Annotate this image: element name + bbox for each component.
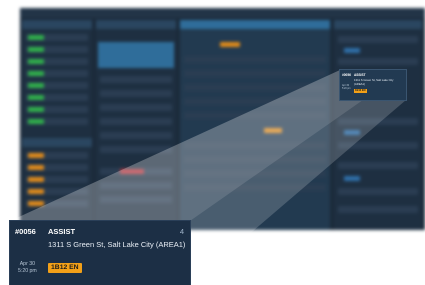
call-row[interactable] bbox=[338, 162, 418, 169]
unit-row[interactable] bbox=[26, 34, 88, 41]
incident-row[interactable] bbox=[100, 196, 172, 203]
units-subheader bbox=[22, 138, 92, 147]
detail-field bbox=[184, 156, 326, 163]
detail-field bbox=[184, 56, 326, 63]
active-calls-panel bbox=[334, 20, 422, 230]
detail-field bbox=[184, 184, 326, 191]
detail-field bbox=[184, 84, 326, 91]
incident-row[interactable] bbox=[100, 90, 172, 97]
call-tag bbox=[344, 130, 360, 135]
mini-incident-id: #0056 bbox=[342, 73, 351, 77]
unit-row[interactable] bbox=[26, 188, 88, 195]
app-top-bar bbox=[20, 8, 425, 18]
call-row[interactable] bbox=[338, 58, 418, 65]
unit-row[interactable] bbox=[26, 82, 88, 89]
incident-detail-header bbox=[180, 20, 330, 29]
call-row[interactable] bbox=[338, 142, 418, 149]
detail-field bbox=[184, 70, 326, 77]
incident-row[interactable] bbox=[100, 76, 172, 83]
selected-incident-row[interactable] bbox=[98, 42, 174, 68]
incident-row[interactable] bbox=[100, 118, 172, 125]
incident-card-mini[interactable]: #0056 ASSIST 1311 S Green St, Salt Lake … bbox=[340, 70, 406, 100]
unit-row[interactable] bbox=[26, 200, 88, 207]
mini-incident-type: ASSIST bbox=[354, 73, 366, 77]
call-row[interactable] bbox=[338, 36, 418, 43]
unit-badge[interactable]: 1B12 EN bbox=[48, 263, 82, 273]
call-row[interactable] bbox=[338, 206, 418, 213]
unit-row[interactable] bbox=[26, 106, 88, 113]
detail-field bbox=[184, 112, 326, 119]
incidents-list-panel bbox=[96, 20, 176, 230]
unit-row[interactable] bbox=[26, 118, 88, 125]
call-row[interactable] bbox=[338, 118, 418, 125]
detail-field bbox=[184, 98, 326, 105]
unit-row[interactable] bbox=[26, 164, 88, 171]
unit-row[interactable] bbox=[26, 94, 88, 101]
dispatch-app-window bbox=[20, 8, 425, 230]
unit-row[interactable] bbox=[26, 46, 88, 53]
incident-date: Apr 30 bbox=[19, 261, 36, 267]
detail-status-badge bbox=[220, 42, 240, 47]
incident-card-zoomed[interactable]: #0056 ASSIST 4 1311 S Green St, Salt Lak… bbox=[10, 221, 190, 285]
incidents-list-header bbox=[96, 20, 176, 29]
incident-type: ASSIST bbox=[48, 227, 76, 236]
incident-time: 5:20 pm bbox=[18, 268, 37, 274]
incident-id: #0056 bbox=[15, 227, 36, 236]
mini-incident-address: 1311 S Green St, Salt Lake City (AREA1) bbox=[354, 78, 394, 86]
incident-row[interactable] bbox=[100, 168, 172, 175]
unit-row[interactable] bbox=[26, 70, 88, 77]
incident-row[interactable] bbox=[100, 132, 172, 139]
detail-field bbox=[184, 142, 326, 149]
incident-datetime: Apr 30 5:20 pm bbox=[18, 261, 37, 275]
units-panel-header bbox=[22, 20, 92, 29]
unit-row[interactable] bbox=[26, 152, 88, 159]
active-calls-header bbox=[334, 20, 422, 29]
detail-field bbox=[184, 170, 326, 177]
incident-row[interactable] bbox=[100, 146, 172, 153]
call-row[interactable] bbox=[338, 188, 418, 195]
detail-unit-badge bbox=[264, 128, 282, 133]
incident-row[interactable] bbox=[100, 182, 172, 189]
units-panel bbox=[22, 20, 92, 230]
call-tag bbox=[344, 48, 360, 53]
incident-detail-panel bbox=[180, 20, 330, 230]
incident-row[interactable] bbox=[100, 104, 172, 111]
unit-row[interactable] bbox=[26, 58, 88, 65]
mini-incident-date: Apr 30 5:20 pm bbox=[342, 84, 351, 91]
incident-count: 4 bbox=[179, 227, 184, 236]
call-tag bbox=[344, 176, 360, 181]
mini-unit-badge: 1B12 EN bbox=[354, 89, 367, 93]
incident-address: 1311 S Green St, Salt Lake City (AREA1) bbox=[48, 240, 186, 249]
unit-row[interactable] bbox=[26, 176, 88, 183]
